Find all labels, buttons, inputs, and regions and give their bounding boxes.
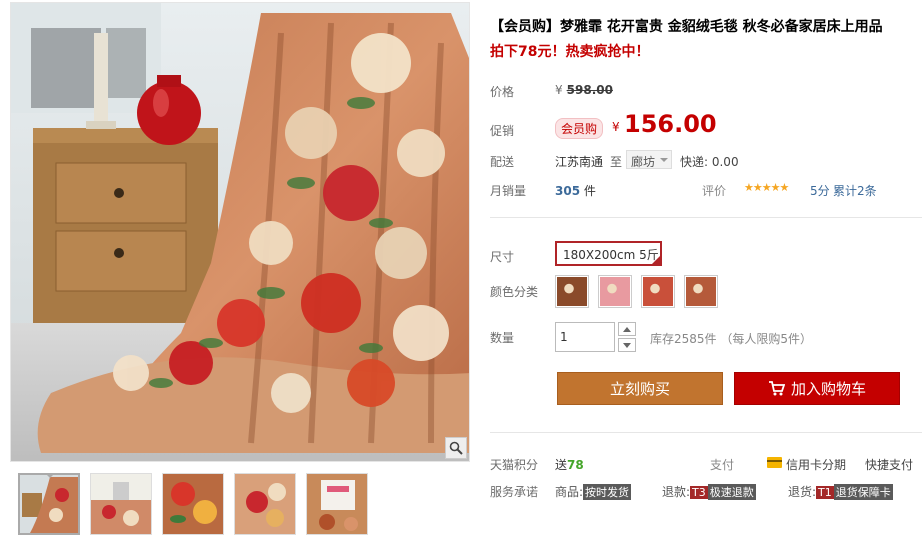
swatch-image — [686, 277, 716, 306]
service-on-time-shipping[interactable]: 商品: 按时发货 — [555, 483, 632, 500]
monthly-sales-unit: 件 — [583, 184, 596, 198]
promo-price: 156.00 — [624, 110, 717, 138]
thumbnail-2[interactable] — [90, 473, 152, 535]
ship-to-label: 至 — [610, 155, 623, 169]
thumbnail-image — [163, 474, 223, 534]
thumbnail-image — [235, 474, 295, 534]
monthly-sales-count: 305 — [555, 184, 581, 198]
magnifier-icon — [449, 441, 463, 455]
promo-label: 促销 — [490, 124, 515, 138]
divider — [490, 217, 922, 218]
ship-from: 江苏南通 — [555, 155, 604, 169]
thumbnail-strip — [18, 473, 368, 537]
selected-check-icon — [651, 255, 660, 264]
service-prefix: 退货: — [788, 485, 817, 499]
shipping-label: 配送 — [490, 155, 515, 169]
monthly-sales-label: 月销量 — [490, 184, 527, 198]
size-option-label: 180X200cm 5斤 — [563, 248, 659, 262]
size-option-selected[interactable]: 180X200cm 5斤 — [555, 241, 662, 266]
swatch-image — [643, 277, 673, 306]
service-tag: 极速退款 — [707, 484, 756, 500]
quick-pay-link[interactable]: 快捷支付 — [865, 456, 913, 473]
currency-symbol: ¥ — [555, 83, 563, 97]
color-label: 颜色分类 — [490, 285, 539, 299]
service-label: 服务承诺 — [490, 485, 539, 499]
color-swatches — [555, 275, 718, 308]
service-prefix: 退款: — [662, 485, 691, 499]
product-info-panel: 【会员购】梦雅霏 花开富贵 金貂绒毛毯 秋冬必备家居床上用品 拍下78元！热卖疯… — [490, 0, 922, 545]
color-swatch-2[interactable] — [598, 275, 632, 308]
color-swatch-1[interactable] — [555, 275, 589, 308]
size-label: 尺寸 — [490, 250, 515, 264]
points-prefix: 送 — [555, 458, 568, 472]
quantity-decrease-button[interactable] — [618, 338, 636, 352]
rating-stars-icon: ★★★★★ — [744, 181, 789, 194]
installment-link[interactable]: 信用卡分期 — [786, 456, 846, 473]
buy-now-label: 立刻购买 — [609, 380, 670, 398]
original-price-value: 598.00 — [566, 83, 613, 97]
main-product-image[interactable] — [10, 2, 470, 462]
credit-card-icon — [767, 457, 782, 468]
promo-currency-symbol: ¥ — [612, 120, 620, 134]
thumbnail-4[interactable] — [234, 473, 296, 535]
quantity-input[interactable] — [555, 322, 615, 352]
review-count-link[interactable]: 累计2条 — [833, 182, 877, 199]
chevron-down-icon — [623, 342, 631, 348]
product-subtitle: 拍下78元！热卖疯抢中！ — [490, 44, 650, 60]
thumbnail-3[interactable] — [162, 473, 224, 535]
thumbnail-1[interactable] — [18, 473, 80, 535]
monthly-sales: 305 件 — [555, 182, 596, 199]
destination-value: 廊坊 — [631, 155, 656, 169]
color-swatch-3[interactable] — [641, 275, 675, 308]
add-to-cart-button[interactable]: 加入购物车 — [734, 372, 900, 405]
thumbnail-image — [91, 474, 151, 534]
add-to-cart-label: 加入购物车 — [790, 380, 866, 398]
service-return-guarantee[interactable]: 退货: T1 退货保障卡 — [788, 483, 893, 500]
chevron-up-icon — [623, 326, 631, 332]
service-tag: 退货保障卡 — [833, 484, 893, 500]
service-code-badge: T1 — [816, 486, 834, 499]
service-fast-refund[interactable]: 退款: T3 极速退款 — [662, 483, 756, 500]
original-price: ¥598.00 — [555, 83, 613, 97]
product-title: 【会员购】梦雅霏 花开富贵 金貂绒毛毯 秋冬必备家居床上用品 — [490, 19, 883, 35]
zoom-button[interactable] — [445, 437, 467, 459]
color-swatch-4[interactable] — [684, 275, 718, 308]
points-label: 天猫积分 — [490, 458, 539, 472]
thumbnail-image — [20, 475, 78, 533]
price-label: 价格 — [490, 85, 515, 99]
payment-label: 支付 — [710, 458, 735, 472]
divider — [490, 432, 922, 433]
member-badge: 会员购 — [555, 118, 604, 139]
chevron-down-icon — [660, 158, 668, 166]
service-prefix: 商品: — [555, 485, 584, 499]
destination-select[interactable]: 廊坊 — [626, 150, 672, 169]
blanket-photo — [11, 3, 469, 461]
rating-label: 评价 — [702, 184, 727, 198]
service-tag: 按时发货 — [583, 484, 632, 500]
cart-icon — [768, 381, 785, 396]
points-info: 送78 — [555, 456, 584, 473]
rating-score: 5分 — [810, 184, 830, 198]
service-code-badge: T3 — [690, 486, 708, 499]
shipping-fee: 快递: 0.00 — [680, 155, 739, 169]
swatch-image — [600, 277, 630, 306]
stock-info: 库存2585件 （每人限购5件） — [650, 332, 812, 346]
swatch-image — [557, 277, 587, 306]
points-value: 78 — [567, 458, 584, 472]
quantity-label: 数量 — [490, 331, 515, 345]
thumbnail-image — [307, 474, 367, 534]
quantity-increase-button[interactable] — [618, 322, 636, 336]
thumbnail-5[interactable] — [306, 473, 368, 535]
buy-now-button[interactable]: 立刻购买 — [557, 372, 723, 405]
